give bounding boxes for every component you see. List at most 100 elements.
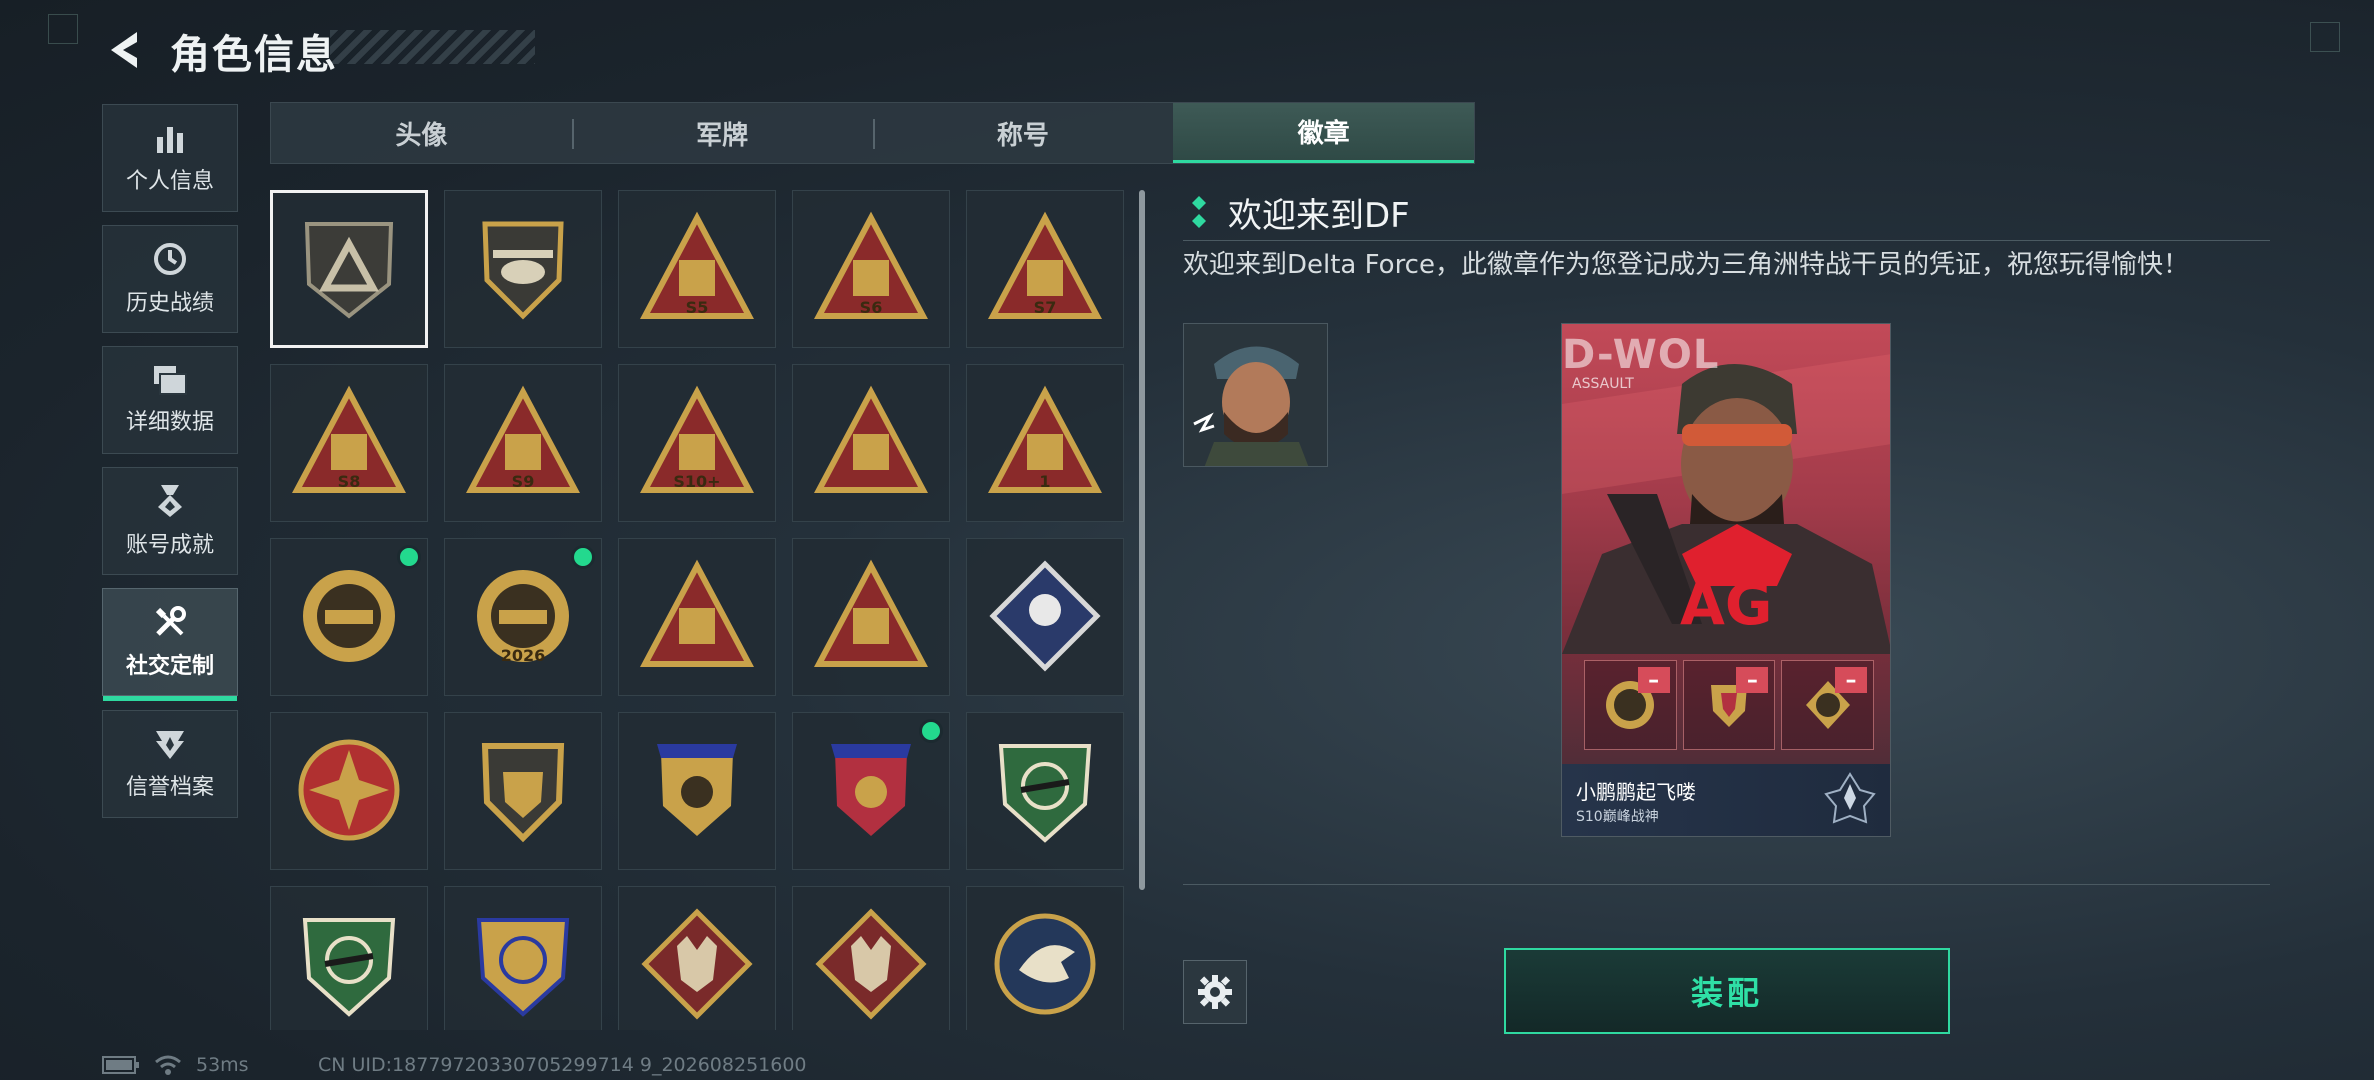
sidebar-item-label: 社交定制: [125, 654, 214, 679]
card-badge-slots: – – –: [1584, 660, 1875, 750]
star-compass-badge-icon: [298, 739, 400, 841]
badge-text: S9: [511, 472, 535, 491]
badge-cell[interactable]: [792, 886, 950, 1030]
badge-grid: S5 S6 S7 S8 S9 S10+ 1 2026: [270, 190, 1130, 1030]
operator-name: D-WOL: [1562, 332, 1720, 378]
badge-cell[interactable]: S6: [792, 190, 950, 348]
sidebar-item-reputation[interactable]: 信誉档案: [102, 710, 238, 818]
shield-chevron-badge-icon: [481, 743, 565, 843]
grid-scrollbar[interactable]: [1139, 190, 1145, 890]
tab-badge[interactable]: 徽章: [1173, 103, 1474, 163]
player-rank: S10巅峰战神: [1576, 809, 1659, 825]
badge-cell[interactable]: 2026: [444, 538, 602, 696]
badge-cell[interactable]: [444, 886, 602, 1030]
uid-label: CN UID:18779720330705299714 9_2026082516…: [318, 1054, 807, 1076]
badge-slot-3[interactable]: –: [1781, 660, 1875, 750]
soldiers-badge-icon: [640, 559, 754, 667]
badge-text: S7: [1033, 298, 1057, 317]
badge-cell[interactable]: [270, 886, 428, 1030]
equip-button[interactable]: 装配: [1504, 948, 1950, 1034]
sidebar-item-label: 账号成就: [125, 533, 214, 558]
tab-title[interactable]: 称号: [872, 103, 1174, 163]
remove-badge-button[interactable]: –: [1637, 667, 1670, 693]
status-bar: 53ms: [102, 1054, 249, 1076]
badge-slot-1[interactable]: –: [1584, 660, 1677, 750]
badge-cell[interactable]: [792, 712, 950, 870]
badge-cell[interactable]: S8: [270, 364, 428, 522]
badge-cell[interactable]: [270, 190, 428, 348]
badge-cell[interactable]: [444, 190, 602, 348]
badge-text: S5: [685, 298, 709, 317]
card-art: AG: [1562, 354, 1890, 654]
card-footer: 小鹏鹏起飞喽 S10巅峰战神: [1562, 764, 1890, 836]
laurel-shield-badge-icon: [657, 744, 737, 836]
operator-role: ASSAULT: [1572, 376, 1634, 392]
page-title: 角色信息: [170, 32, 338, 78]
back-arrow-icon: [111, 32, 137, 68]
player-name: 小鹏鹏起飞喽: [1576, 780, 1696, 804]
settings-button[interactable]: [1183, 960, 1247, 1024]
badge-cell[interactable]: 1: [966, 364, 1124, 522]
badge-cell[interactable]: S5: [618, 190, 776, 348]
folder-icon: [154, 366, 187, 395]
sidebar-item-label: 历史战绩: [125, 291, 214, 316]
wolf-red-2-badge-icon: [815, 908, 927, 1020]
diamond-marker-icon: [1192, 196, 1206, 228]
delta-force-2026-tank-badge-icon: [303, 570, 395, 662]
tab-bar: 头像 军牌 称号 徽章: [270, 102, 1475, 164]
badge-cell[interactable]: S10+: [618, 364, 776, 522]
tools-icon: [155, 606, 186, 636]
svg-text:AG: AG: [1680, 570, 1773, 638]
badge-cell[interactable]: S7: [966, 190, 1124, 348]
sidebar-item-social-custom[interactable]: 社交定制: [102, 588, 238, 701]
remove-badge-button[interactable]: –: [1736, 667, 1769, 693]
sidebar-item-achievements[interactable]: 账号成就: [102, 467, 238, 575]
sidebar-item-label: 详细数据: [125, 410, 214, 435]
bar-chart-icon: [157, 127, 183, 153]
divider: [1183, 884, 2270, 885]
rocket-badge-icon: [814, 559, 928, 667]
badge-cell[interactable]: [618, 712, 776, 870]
badge-detail-description: 欢迎来到Delta Force，此徽章作为您登记成为三角洲特战干员的凭证，祝您玩…: [1183, 250, 2189, 280]
wifi-icon: [155, 1055, 181, 1075]
green-rifle-shield-badge-icon: [302, 918, 396, 1017]
player-avatar[interactable]: [1183, 323, 1328, 467]
wolf-red-badge-icon: [641, 908, 753, 1020]
back-button[interactable]: [100, 20, 150, 80]
badge-slot-2[interactable]: –: [1682, 660, 1776, 750]
badge-cell[interactable]: [618, 886, 776, 1030]
bowl-badge-icon: [814, 385, 928, 493]
badge-cell[interactable]: [618, 538, 776, 696]
remove-badge-button[interactable]: –: [1835, 667, 1868, 693]
corner-decor: [48, 14, 78, 44]
eagle-badge-icon: [994, 913, 1096, 1015]
tab-avatar[interactable]: 头像: [271, 103, 572, 163]
badge-text: 1: [1039, 472, 1051, 491]
battery-icon: [102, 1056, 139, 1074]
divider: [1183, 240, 2270, 241]
helicopter-badge-icon: [482, 221, 564, 320]
badge-cell[interactable]: [966, 886, 1124, 1030]
badge-cell[interactable]: [270, 538, 428, 696]
tab-dog-tag[interactable]: 军牌: [571, 103, 873, 163]
badge-text: 2026: [500, 646, 546, 665]
badge-cell[interactable]: S9: [444, 364, 602, 522]
sidebar-item-label: 个人信息: [125, 169, 214, 194]
title-stripe-decor: [330, 30, 535, 64]
sidebar-item-detailed-data[interactable]: 详细数据: [102, 346, 238, 454]
badge-cell[interactable]: [966, 538, 1124, 696]
medal-icon: [158, 485, 182, 517]
ping-label: 53ms: [196, 1054, 249, 1076]
sidebar-item-history[interactable]: 历史战绩: [102, 225, 238, 333]
new-indicator-dot: [919, 719, 943, 743]
badge-cell[interactable]: [792, 364, 950, 522]
badge-cell[interactable]: [444, 712, 602, 870]
sidebar-item-personal-info[interactable]: 个人信息: [102, 104, 238, 212]
badge-text: S6: [859, 298, 883, 317]
new-indicator-dot: [571, 545, 595, 569]
badge-cell[interactable]: [792, 538, 950, 696]
gear-icon: [1198, 975, 1232, 1009]
delta-triangle-badge-icon: [304, 222, 394, 319]
badge-cell[interactable]: [966, 712, 1124, 870]
badge-cell[interactable]: [270, 712, 428, 870]
